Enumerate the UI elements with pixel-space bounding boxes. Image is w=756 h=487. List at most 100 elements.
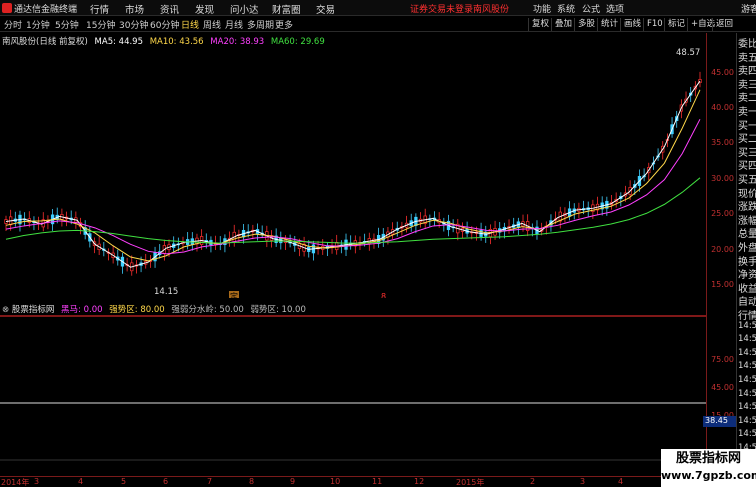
legend-strong-zone: 强势区: 80.00: [109, 305, 165, 315]
date-label: 5: [121, 477, 127, 486]
ytick: 20.00: [711, 245, 734, 254]
login-alert[interactable]: 证券交易未登录: [410, 2, 473, 15]
menu-ask[interactable]: 问小达: [230, 2, 259, 16]
date-label: 2014年: [1, 478, 30, 487]
multi-stock-button[interactable]: 多股: [574, 18, 598, 31]
date-label: 2: [530, 477, 536, 486]
indicator-legend: ⊗ 股票指标网 黑马: 0.00 强势区: 80.00 强弱分水岭: 50.00…: [2, 303, 306, 315]
ytick: 40.00: [711, 103, 734, 112]
date-axis: 2014年 3 4 5 6 7 8 9 10 11 12 2015年 2 3 4: [0, 476, 706, 487]
date-label: 7: [207, 477, 213, 486]
low-label: 14.15: [154, 287, 178, 297]
menu-options[interactable]: 选项: [606, 2, 624, 15]
restore-rights-button[interactable]: 复权: [528, 18, 552, 31]
date-label: 2015年: [456, 478, 485, 487]
period-5min[interactable]: 5分钟: [55, 18, 79, 31]
period-intraday[interactable]: 分时: [4, 18, 22, 31]
legend-ma10: MA10: 43.56: [149, 37, 204, 47]
quote-panel-item: 14:50: [738, 347, 756, 358]
marker-2: 8: [381, 292, 386, 298]
quote-panel-item: 14:50: [738, 388, 756, 399]
f10-button[interactable]: F10: [643, 18, 666, 31]
legend-watershed: 强弱分水岭: 50.00: [171, 305, 244, 315]
period-60min[interactable]: 60分钟: [150, 18, 179, 31]
alert-stock[interactable]: 南风股份: [473, 2, 509, 15]
statistics-button[interactable]: 统计: [597, 18, 621, 31]
ytick: 30.00: [711, 174, 734, 183]
marker-1: 定: [230, 291, 238, 298]
period-more[interactable]: 更多: [275, 18, 293, 31]
series-line-ma5: [5, 80, 701, 268]
quote-panel-item: 14:50: [738, 334, 756, 345]
menu-system[interactable]: 系统: [557, 2, 575, 15]
ma-lines: [5, 80, 701, 268]
date-label: 12: [414, 477, 425, 486]
legend-ma60: MA60: 29.69: [270, 37, 325, 47]
period-30min[interactable]: 30分钟: [119, 18, 148, 31]
date-label: 9: [290, 477, 296, 486]
draw-line-button[interactable]: 画线: [620, 18, 644, 31]
mark-button[interactable]: 标记: [664, 18, 688, 31]
watermark-title: 股票指标网: [675, 451, 741, 466]
period-toolbar: 分时 1分钟 5分钟 15分钟 30分钟 60分钟 日线 周线 月线 多周期 更…: [0, 17, 756, 32]
menu-quotes[interactable]: 行情: [90, 2, 109, 16]
period-weekly[interactable]: 周线: [203, 18, 221, 31]
period-15min[interactable]: 15分钟: [86, 18, 115, 31]
menu-bar: 通达信金融终端 行情 市场 资讯 发现 问小达 财富圈 交易 证券交易未登录 南…: [0, 0, 756, 16]
quote-panel-item: 14:50: [738, 361, 756, 372]
quote-panel-item: 14:50: [738, 415, 756, 426]
app-title: 通达信金融终端: [2, 2, 77, 15]
overlay-button[interactable]: 叠加: [551, 18, 575, 31]
date-label: 11: [372, 477, 383, 486]
indicator-svg: [0, 315, 706, 461]
app-logo-icon: [2, 3, 12, 13]
indicator-chart[interactable]: ⊗ 股票指标网 黑马: 0.00 强势区: 80.00 强弱分水岭: 50.00…: [0, 302, 706, 475]
date-label: 10: [330, 477, 341, 486]
menu-news[interactable]: 资讯: [160, 2, 179, 16]
app-title-text: 通达信金融终端: [14, 5, 78, 15]
ytick: 35.00: [711, 138, 734, 147]
menu-discover[interactable]: 发现: [195, 2, 214, 16]
ytick: 45.00: [711, 383, 734, 392]
indicator-icon: ⊗: [2, 305, 10, 315]
quote-panel-item: 14:50: [738, 429, 756, 440]
ytick: 75.00: [711, 355, 734, 364]
kline-chart[interactable]: 南风股份(日线 前复权) MA5: 44.95 MA10: 43.56 MA20…: [0, 33, 706, 301]
quote-panel-item: 14:50: [738, 320, 756, 331]
menu-wealth[interactable]: 财富圈: [272, 2, 301, 16]
date-label: 8: [249, 477, 255, 486]
menu-market[interactable]: 市场: [125, 2, 144, 16]
date-label: 3: [580, 477, 586, 486]
legend-weak-zone: 弱势区: 10.00: [250, 305, 306, 315]
date-label: 3: [34, 477, 40, 486]
price-axis: 45.00 40.00 35.00 30.00 25.00 20.00 15.0…: [703, 33, 736, 475]
quote-panel-item: 14:50: [738, 402, 756, 413]
watermark-url: www.7gpzb.com: [661, 469, 756, 482]
menu-formula[interactable]: 公式: [582, 2, 600, 15]
quote-panel-item: 14:50: [738, 375, 756, 385]
ytick: 45.00: [711, 68, 734, 77]
user-guest[interactable]: 游客: [741, 2, 756, 15]
menu-trade[interactable]: 交易: [316, 2, 335, 16]
period-daily[interactable]: 日线: [181, 18, 199, 31]
menu-function[interactable]: 功能: [533, 2, 551, 15]
main-legend: 南风股份(日线 前复权) MA5: 44.95 MA10: 43.56 MA20…: [2, 35, 325, 47]
legend-ma5: MA5: 44.95: [94, 37, 144, 47]
legend-heima: 黑马: 0.00: [61, 305, 103, 315]
date-label: 4: [78, 477, 84, 486]
quote-panel: 委比 卖五 卖四 卖三 卖二 卖一 买一 买二 买三 买四 买五 现价 涨跌 涨幅 总量 外盘 换手 净资 收益 自动…: [736, 33, 756, 487]
watermark: 股票指标网 www.7gpzb.com: [661, 449, 756, 487]
series-line-ma60: [5, 177, 701, 244]
indicator-value-tag: 38.45: [703, 416, 736, 427]
period-multi[interactable]: 多周期: [247, 18, 274, 31]
date-label: 6: [163, 477, 169, 486]
period-monthly[interactable]: 月线: [225, 18, 243, 31]
back-button[interactable]: 返回: [712, 18, 736, 31]
series-line-ma10: [5, 89, 701, 262]
legend-ma20: MA20: 38.93: [210, 37, 265, 47]
ytick: 25.00: [711, 209, 734, 218]
ytick: 15.00: [711, 280, 734, 289]
high-label: 48.57: [676, 48, 700, 58]
indicator-name: 股票指标网: [11, 305, 55, 315]
period-1min[interactable]: 1分钟: [26, 18, 50, 31]
